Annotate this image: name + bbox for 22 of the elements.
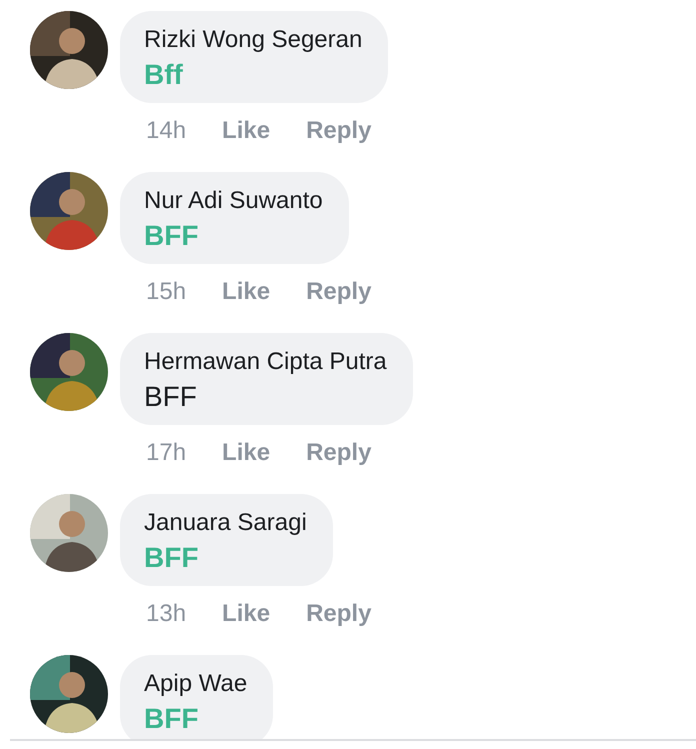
reply-link[interactable]: Reply <box>306 278 372 306</box>
commenter-name[interactable]: Januara Saragi <box>144 508 307 538</box>
comment-text: BFF <box>144 703 200 735</box>
reply-link[interactable]: Reply <box>306 439 372 467</box>
comment-time: 15h <box>146 278 186 306</box>
comment-text: BFF <box>144 381 198 413</box>
like-link[interactable]: Like <box>222 278 270 306</box>
like-link[interactable]: Like <box>222 439 270 467</box>
reply-link[interactable]: Reply <box>306 117 372 145</box>
comment-text: BFF <box>144 542 200 574</box>
commenter-name[interactable]: Nur Adi Suwanto <box>144 186 323 216</box>
commenter-name[interactable]: Rizki Wong Segeran <box>144 25 362 55</box>
like-link[interactable]: Like <box>222 117 270 145</box>
comment-text: BFF <box>144 220 200 252</box>
comment-time: 17h <box>146 439 186 467</box>
comment-time: 14h <box>146 117 186 145</box>
commenter-name[interactable]: Apip Wae <box>144 669 248 699</box>
reply-link[interactable]: Reply <box>306 600 372 628</box>
comment-time: 13h <box>146 600 186 628</box>
comment-text: Bff <box>144 59 184 91</box>
like-link[interactable]: Like <box>222 600 270 628</box>
commenter-name[interactable]: Hermawan Cipta Putra <box>144 347 387 377</box>
